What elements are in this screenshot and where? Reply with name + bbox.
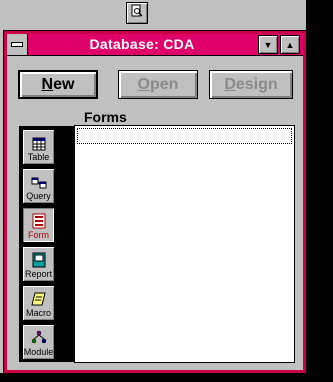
query-icon [31,176,47,191]
open-button-label: pen [150,75,179,93]
section-label: Forms [84,109,127,125]
system-menu-button[interactable] [7,34,28,55]
toolbar [0,0,306,28]
backdrop [306,0,333,382]
forms-list[interactable] [74,125,295,363]
window-title: Database: CDA [89,36,195,52]
title-bar[interactable]: Database: CDA ▼ ▲ [7,34,303,56]
print-preview-button[interactable] [126,2,148,24]
form-icon [32,213,46,230]
tab-form-label: Form [28,230,49,240]
list-focus-rect [77,128,292,144]
print-preview-icon [130,4,144,23]
object-tabs: Table Query Form Report Macro Module [19,126,75,362]
tab-report-label: Report [24,269,52,279]
minimize-button[interactable]: ▼ [258,35,278,54]
system-menu-icon [11,42,23,47]
table-icon [32,137,46,152]
design-button-label: esign [235,75,278,93]
open-button[interactable]: Open [118,70,198,99]
new-button-mnemonic: N [41,75,54,93]
module-icon [31,330,47,347]
database-window: Database: CDA ▼ ▲ New Open Design Forms [3,30,307,374]
tab-table[interactable]: Table [22,129,55,165]
tab-form[interactable]: Form [22,207,55,243]
minimize-icon: ▼ [263,39,273,50]
maximize-button[interactable]: ▲ [280,35,300,54]
maximize-icon: ▲ [285,39,295,50]
tab-report[interactable]: Report [22,246,55,282]
tab-query[interactable]: Query [22,168,55,204]
macro-icon [30,291,47,308]
tab-macro-label: Macro [25,308,51,318]
new-button-label: ew [53,75,75,93]
design-button[interactable]: Design [209,70,293,99]
tab-table-label: Table [27,152,50,162]
report-icon [32,252,46,269]
tab-query-label: Query [26,191,51,201]
design-button-mnemonic: D [224,75,236,93]
backdrop-bottom [0,373,333,382]
tab-macro[interactable]: Macro [22,285,55,321]
tab-module[interactable]: Module [22,324,55,360]
new-button[interactable]: New [18,70,98,99]
open-button-mnemonic: O [137,75,150,93]
tab-module-label: Module [23,347,54,357]
